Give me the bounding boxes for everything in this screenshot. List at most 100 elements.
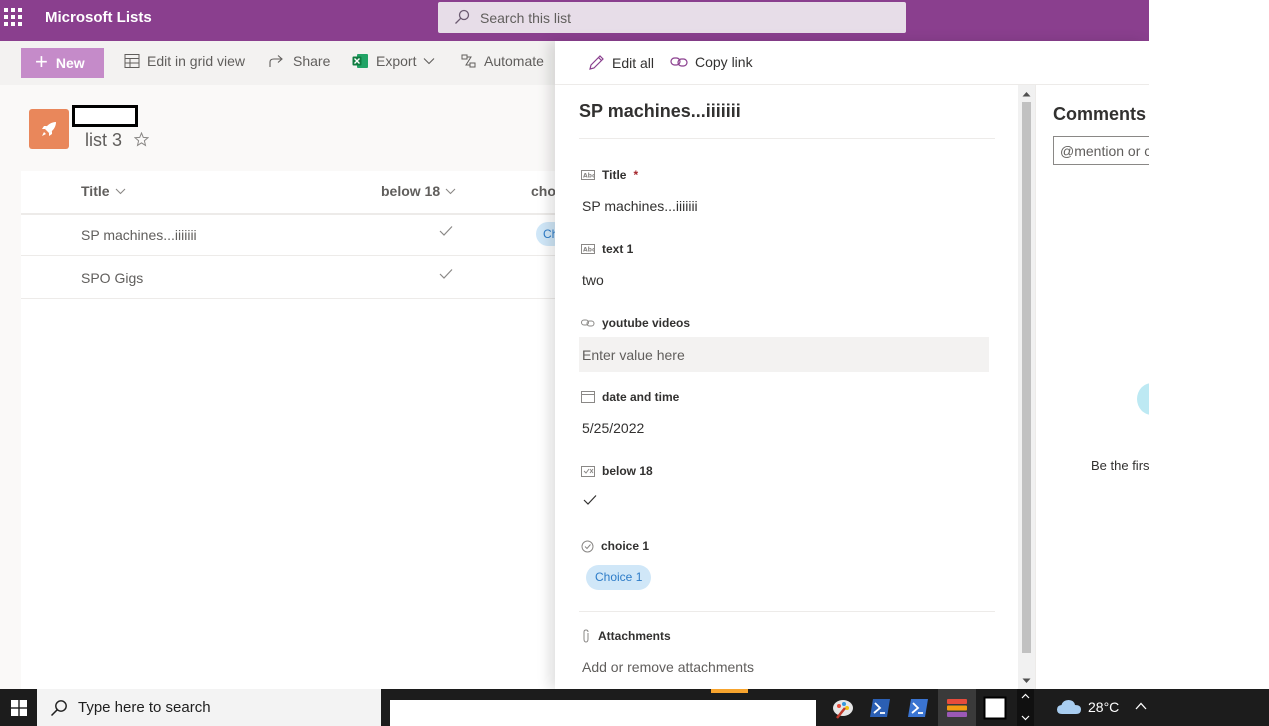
chevron-down-icon bbox=[1021, 715, 1030, 721]
scroll-down-arrow-icon[interactable] bbox=[1018, 672, 1035, 689]
share-icon bbox=[269, 55, 283, 67]
chevron-down-icon bbox=[445, 188, 456, 194]
field-label-text1: Abc text 1 bbox=[581, 242, 633, 256]
taskbar-search-text: Type here to search bbox=[78, 699, 211, 716]
link-icon bbox=[581, 319, 595, 327]
search-box[interactable] bbox=[438, 2, 906, 33]
field-label-title: Abc Title * bbox=[581, 168, 638, 182]
edit-grid-view-button[interactable]: Edit in grid view bbox=[124, 53, 245, 69]
grid-icon bbox=[124, 54, 140, 68]
field-value-datetime[interactable]: 5/25/2022 bbox=[582, 420, 644, 436]
field-label-attachments-text: Attachments bbox=[598, 629, 671, 643]
taskbar-search[interactable]: Type here to search bbox=[37, 689, 381, 726]
rocket-icon bbox=[42, 122, 56, 136]
field-label-title-text: Title bbox=[602, 168, 627, 182]
field-label-datetime: date and time bbox=[581, 390, 679, 404]
app-name[interactable]: Microsoft Lists bbox=[45, 9, 152, 26]
edit-all-button[interactable]: Edit all bbox=[588, 54, 654, 71]
search-icon bbox=[50, 699, 67, 716]
scroll-thumb[interactable] bbox=[1022, 102, 1031, 653]
divider bbox=[579, 611, 995, 612]
column-header-title[interactable]: Title bbox=[81, 183, 126, 199]
taskbar-app-window[interactable] bbox=[982, 695, 1008, 721]
table-row[interactable]: SPO Gigs bbox=[21, 256, 581, 299]
panel-toolbar: Edit all Copy link bbox=[555, 41, 1149, 85]
weather-widget[interactable]: 28°C bbox=[1056, 698, 1119, 716]
panel-scrollbar[interactable] bbox=[1018, 85, 1035, 689]
svg-text:Abc: Abc bbox=[583, 173, 595, 180]
copy-link-button[interactable]: Copy link bbox=[670, 54, 753, 70]
column-header-below18-label: below 18 bbox=[381, 183, 441, 199]
column-header-below18[interactable]: below 18 bbox=[381, 183, 456, 199]
comments-title: Comments bbox=[1053, 104, 1147, 124]
copy-link-label: Copy link bbox=[695, 54, 753, 70]
automate-button[interactable]: Automate bbox=[460, 53, 544, 69]
cloud-icon bbox=[1057, 700, 1081, 714]
field-label-youtube-text: youtube videos bbox=[602, 316, 691, 330]
yes-no-icon bbox=[581, 465, 595, 477]
app-window: Microsoft Lists + New Edit in grid view bbox=[0, 0, 1149, 689]
excel-icon bbox=[352, 54, 368, 68]
edit-all-label: Edit all bbox=[612, 54, 655, 71]
item-form: SP machines...iiiiiii Abc Title * SP mac… bbox=[555, 86, 1020, 689]
taskbar-app-powershell[interactable] bbox=[867, 695, 893, 721]
table-row[interactable]: SP machines...iiiiiii Ch bbox=[21, 213, 581, 256]
comment-input[interactable] bbox=[1053, 136, 1149, 165]
taskbar-app-paint[interactable] bbox=[830, 695, 856, 721]
text-field-icon: Abc bbox=[581, 170, 595, 180]
scroll-up-arrow-icon[interactable] bbox=[1018, 85, 1035, 102]
chevron-up-icon[interactable] bbox=[1135, 702, 1147, 710]
choice-chip[interactable]: Choice 1 bbox=[586, 565, 652, 590]
export-label: Export bbox=[376, 53, 417, 69]
taskbar-app-lists[interactable] bbox=[944, 695, 970, 721]
field-value-title[interactable]: SP machines...iiiiiii bbox=[582, 198, 698, 214]
field-label-youtube: youtube videos bbox=[581, 316, 690, 330]
link-icon bbox=[670, 57, 688, 67]
text-field-icon: Abc bbox=[581, 244, 595, 254]
item-title: SP machines...iiiiiii bbox=[579, 101, 741, 121]
item-detail-panel: Edit all Copy link SP machines...iiiiiii… bbox=[555, 41, 1149, 689]
column-header-choice[interactable]: cho bbox=[531, 183, 556, 199]
field-label-attachments: Attachments bbox=[581, 629, 671, 643]
automate-label: Automate bbox=[484, 53, 544, 69]
field-label-below18-text: below 18 bbox=[602, 464, 653, 478]
add-attachments-link[interactable]: Add or remove attachments bbox=[582, 659, 754, 675]
youtube-videos-input[interactable] bbox=[579, 337, 989, 372]
column-header-choice-label: cho bbox=[531, 183, 556, 199]
list-table: Title below 18 cho SP machines...iiiiiii… bbox=[21, 171, 581, 689]
redacted-box bbox=[72, 105, 138, 127]
divider bbox=[579, 138, 995, 139]
taskbar-window-preview bbox=[390, 700, 816, 726]
windows-logo-icon bbox=[10, 699, 27, 716]
taskbar-app-powershell-ise[interactable] bbox=[905, 695, 931, 721]
field-label-datetime-text: date and time bbox=[602, 390, 680, 404]
paperclip-icon bbox=[583, 629, 589, 643]
new-button-label: New bbox=[55, 55, 85, 71]
list-icon bbox=[29, 109, 69, 149]
share-button[interactable]: Share bbox=[269, 53, 330, 69]
chevron-up-icon bbox=[1021, 693, 1030, 699]
flow-icon bbox=[461, 54, 476, 68]
choice-icon bbox=[581, 540, 594, 552]
search-input[interactable] bbox=[480, 7, 880, 29]
taskbar-scroll[interactable] bbox=[1017, 689, 1034, 726]
favorite-star-icon[interactable] bbox=[134, 132, 149, 147]
share-label: Share bbox=[293, 53, 331, 69]
field-value-text1[interactable]: two bbox=[582, 272, 604, 288]
stacked-app-icon bbox=[947, 699, 967, 717]
svg-text:Abc: Abc bbox=[583, 247, 595, 254]
taskbar-active-indicator bbox=[711, 689, 748, 693]
window-app-icon bbox=[983, 696, 1007, 720]
app-launcher-icon[interactable] bbox=[4, 8, 22, 26]
checkmark-icon bbox=[439, 269, 453, 279]
row-title[interactable]: SPO Gigs bbox=[81, 270, 143, 286]
calendar-icon bbox=[581, 391, 595, 403]
checkmark-icon[interactable] bbox=[583, 494, 597, 506]
weather-temp: 28°C bbox=[1088, 699, 1120, 715]
row-title[interactable]: SP machines...iiiiiii bbox=[81, 227, 197, 243]
start-button[interactable] bbox=[0, 689, 37, 726]
new-button[interactable]: + New bbox=[21, 48, 104, 78]
export-button[interactable]: Export bbox=[352, 53, 435, 69]
comments-empty-text: Be the firs bbox=[1091, 458, 1149, 473]
powershell-icon bbox=[870, 699, 890, 717]
